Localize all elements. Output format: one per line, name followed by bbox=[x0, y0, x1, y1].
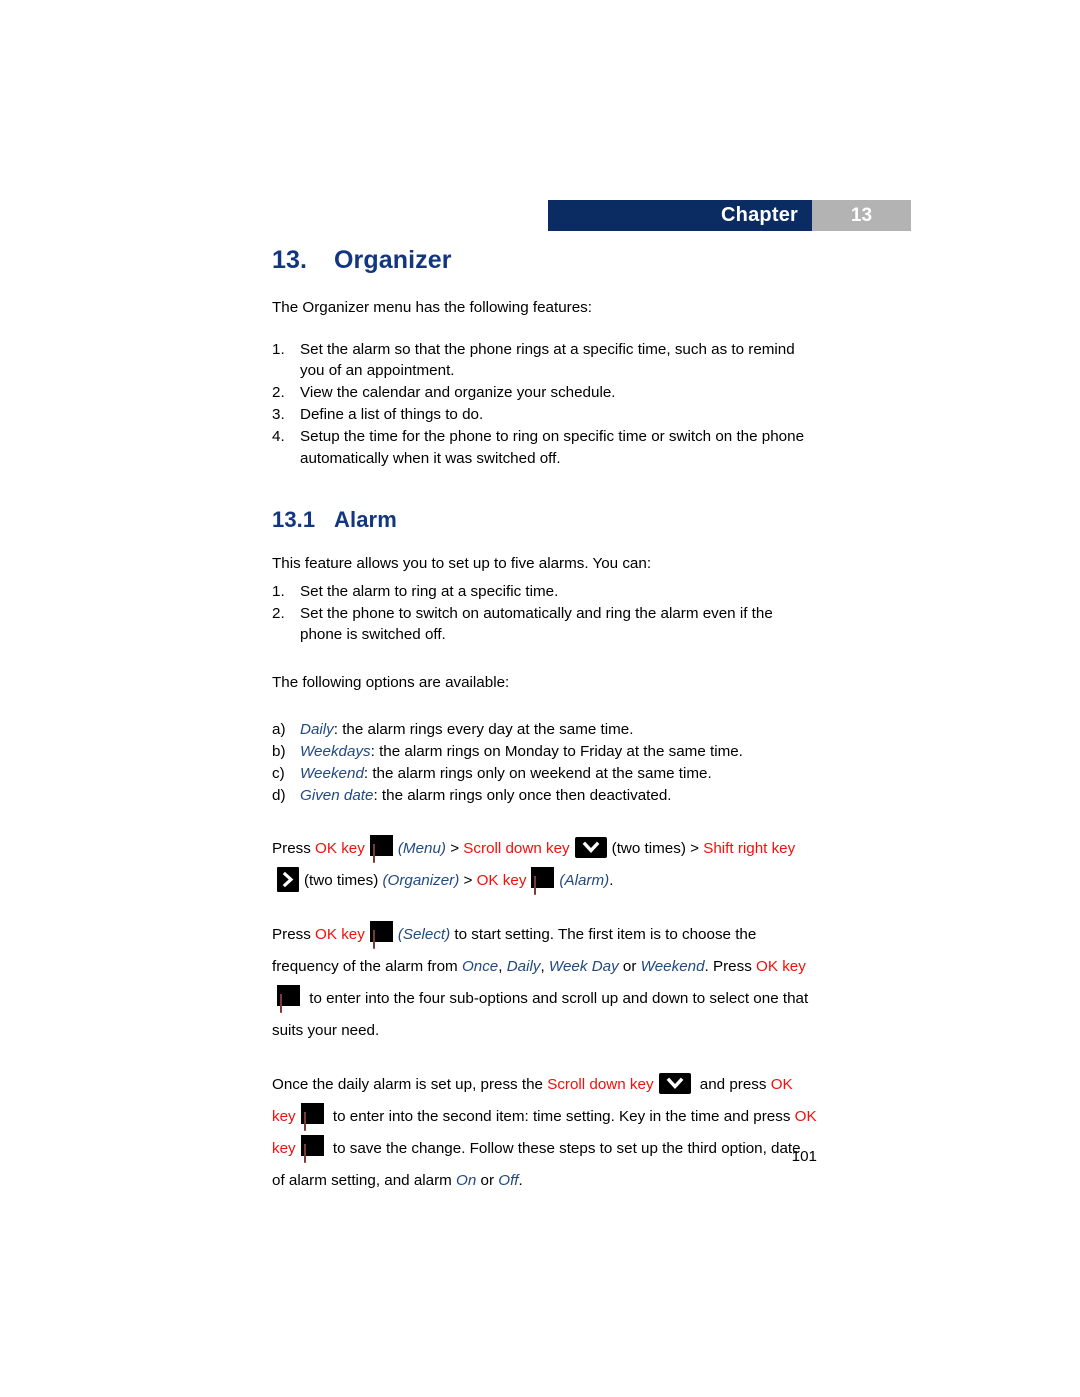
list-text: Set the alarm so that the phone rings at… bbox=[300, 340, 795, 380]
list-text: Set the phone to switch on automatically… bbox=[300, 604, 773, 644]
ok-key-icon bbox=[531, 866, 555, 895]
list-item: 1. Set the alarm to ring at a specific t… bbox=[272, 581, 817, 603]
freq-sep-1: , bbox=[498, 957, 507, 975]
nav-period: . bbox=[609, 871, 614, 889]
document-page: Chapter 13 13. Organizer The Organizer me… bbox=[0, 0, 1080, 1397]
intro-list: 1. Set the alarm so that the phone rings… bbox=[272, 339, 817, 470]
freq-sep-3: or bbox=[618, 957, 641, 975]
option-term: Weekdays bbox=[300, 743, 371, 760]
ok-key-icon bbox=[369, 834, 393, 863]
list-text: Setup the time for the phone to ring on … bbox=[300, 428, 805, 467]
freq-sep-2: , bbox=[540, 957, 549, 975]
section-lead: This feature allows you to set up to fiv… bbox=[272, 555, 652, 572]
list-item: 3. Define a list of things to do. bbox=[272, 404, 817, 426]
setting-press-label: Press bbox=[272, 925, 316, 943]
list-marker: 2. bbox=[272, 604, 285, 622]
alarm-or: or bbox=[476, 1171, 499, 1189]
freq-once: Once bbox=[461, 957, 499, 975]
nav-two-times-1: (two times) > bbox=[611, 839, 704, 857]
option-term: Weekend bbox=[300, 765, 364, 782]
page-number: 101 bbox=[791, 1148, 817, 1165]
list-item: 2. Set the phone to switch on automatica… bbox=[272, 603, 817, 646]
nav-organizer-label: (Organizer) bbox=[382, 871, 460, 889]
list-text: : the alarm rings only on weekend at the… bbox=[363, 765, 712, 782]
nav-gt-2: > bbox=[459, 871, 477, 889]
list-marker: 4. bbox=[272, 428, 285, 445]
list-marker: d) bbox=[272, 787, 286, 804]
chapter-label: Chapter bbox=[548, 200, 812, 231]
setting-after-freq: . Press bbox=[704, 957, 757, 975]
nav-gt-1: > bbox=[445, 839, 464, 857]
list-item: 1. Set the alarm so that the phone rings… bbox=[272, 339, 817, 382]
section-title-number: 13.1 bbox=[272, 507, 316, 532]
list-marker: 3. bbox=[272, 406, 285, 423]
time-lead: Once the daily alarm is set up, press th… bbox=[272, 1075, 548, 1093]
freq-weekend: Weekend bbox=[640, 957, 705, 975]
setting-tail: to enter into the four sub-options and s… bbox=[272, 989, 809, 1039]
list-item: d) Given date: the alarm rings only once… bbox=[272, 785, 817, 807]
time-scroll-down-label: Scroll down key bbox=[547, 1075, 654, 1093]
list-text: View the calendar and organize your sche… bbox=[300, 384, 616, 401]
list-item: a) Daily: the alarm rings every day at t… bbox=[272, 719, 817, 741]
list-marker: 1. bbox=[272, 340, 285, 358]
freq-daily: Daily bbox=[506, 957, 541, 975]
list-marker: a) bbox=[272, 721, 286, 738]
list-marker: c) bbox=[272, 765, 285, 782]
list-text: Set the alarm to ring at a specific time… bbox=[300, 582, 559, 600]
nav-menu-label: (Menu) bbox=[397, 839, 446, 857]
alarm-on-label: On bbox=[456, 1171, 477, 1189]
nav-two-times-2: (two times) bbox=[304, 871, 383, 889]
list-text: : the alarm rings on Monday to Friday at… bbox=[370, 743, 743, 760]
intro-lead: The Organizer menu has the following fea… bbox=[272, 299, 592, 316]
options-list: a) Daily: the alarm rings every day at t… bbox=[272, 719, 817, 807]
scroll-down-key-icon bbox=[574, 836, 607, 858]
setting-step-paragraph: Press OK key (Select) to start setting. T… bbox=[272, 919, 817, 1047]
shift-right-key-icon bbox=[277, 866, 299, 892]
list-marker: 1. bbox=[272, 582, 285, 600]
scroll-down-key-icon bbox=[658, 1072, 691, 1094]
nav-ok-key-label: OK key bbox=[315, 839, 365, 857]
nav-ok-key-label-2: OK key bbox=[476, 871, 527, 889]
nav-alarm-label: (Alarm) bbox=[559, 871, 610, 889]
page-title-text: Organizer bbox=[334, 246, 452, 274]
option-term: Daily bbox=[300, 721, 334, 738]
chapter-banner: Chapter 13 bbox=[548, 200, 911, 231]
option-term: Given date bbox=[300, 787, 374, 804]
section-title: 13.1 Alarm bbox=[272, 507, 817, 533]
setting-ok-key-label: OK key bbox=[315, 925, 365, 943]
setting-ok-key-label-2: OK key bbox=[756, 957, 806, 975]
list-item: 2. View the calendar and organize your s… bbox=[272, 382, 817, 404]
time-and-press: and press bbox=[695, 1075, 771, 1093]
time-mid: to enter into the second item: time sett… bbox=[328, 1107, 795, 1125]
ok-key-icon bbox=[300, 1102, 324, 1131]
document-body: 13. Organizer The Organizer menu has the … bbox=[272, 246, 817, 1200]
nav-shift-right-label: Shift right key bbox=[703, 839, 796, 857]
list-marker: b) bbox=[272, 743, 286, 760]
nav-step-paragraph: Press OK key (Menu) > Scroll down key (two… bbox=[272, 833, 817, 897]
options-lead: The following options are available: bbox=[272, 673, 510, 691]
nav-scroll-down-label: Scroll down key bbox=[463, 839, 570, 857]
setting-select-label: (Select) bbox=[397, 925, 451, 943]
section-list: 1. Set the alarm to ring at a specific t… bbox=[272, 581, 817, 646]
freq-week-day: Week Day bbox=[548, 957, 619, 975]
alarm-off-label: Off bbox=[498, 1171, 519, 1189]
list-text: Define a list of things to do. bbox=[300, 406, 484, 423]
nav-press-label: Press bbox=[272, 839, 316, 857]
ok-key-icon bbox=[369, 920, 393, 949]
chapter-number: 13 bbox=[812, 200, 911, 231]
ok-key-icon bbox=[277, 984, 300, 1013]
list-marker: 2. bbox=[272, 384, 285, 401]
page-title-number: 13. bbox=[272, 246, 308, 274]
list-item: b) Weekdays: the alarm rings on Monday t… bbox=[272, 741, 817, 763]
time-period: . bbox=[518, 1171, 523, 1189]
list-item: c) Weekend: the alarm rings only on week… bbox=[272, 763, 817, 785]
list-text: : the alarm rings only once then deactiv… bbox=[373, 787, 672, 804]
time-step-paragraph: Once the daily alarm is set up, press th… bbox=[272, 1069, 817, 1197]
list-text: : the alarm rings every day at the same … bbox=[333, 721, 634, 738]
page-title: 13. Organizer bbox=[272, 246, 817, 275]
section-title-text: Alarm bbox=[334, 507, 397, 532]
list-item: 4. Setup the time for the phone to ring … bbox=[272, 426, 817, 469]
